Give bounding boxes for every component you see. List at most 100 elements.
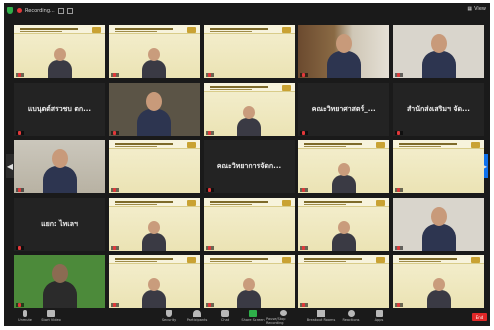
participant-tile[interactable] (14, 25, 105, 78)
meeting-toolbar: Unmute Start Video Security Participants Cha… (4, 309, 490, 326)
share-icon (249, 310, 257, 317)
virtual-background-slide-line2 (304, 203, 347, 205)
recording-indicator[interactable]: Recording... (17, 6, 73, 16)
participant-name-tag (205, 303, 214, 307)
mic-muted-icon (302, 245, 306, 250)
virtual-background-slide-line2 (114, 146, 157, 147)
people-icon (193, 310, 201, 317)
participant-tile[interactable] (298, 255, 390, 308)
share-screen-button[interactable]: Share Screen (236, 310, 270, 325)
virtual-background-slide-logo (186, 257, 196, 263)
participant-tile[interactable] (108, 140, 200, 193)
participant-name-tag (16, 188, 24, 192)
participant-name-tag (395, 303, 403, 307)
participant-name-tag (110, 303, 119, 307)
participant-tile[interactable] (298, 140, 390, 193)
participant-tile[interactable] (298, 197, 390, 251)
participant-tile[interactable] (108, 25, 200, 78)
participant-name-tag (110, 188, 119, 192)
participant-video (331, 220, 356, 251)
chat-label: Chat (220, 318, 230, 322)
mic-muted-icon (207, 245, 211, 250)
gallery-grid: แบนุตต์สรวชบ ตก... คณะวิทยาศาสตร์_... สำนั… (14, 25, 484, 308)
participant-name-tag (16, 73, 24, 77)
participant-tile[interactable] (203, 25, 295, 78)
participant-tile[interactable] (393, 197, 484, 251)
participant-tile[interactable] (203, 197, 295, 251)
mic-muted-icon (112, 130, 116, 135)
virtual-background-slide-line (114, 28, 173, 30)
virtual-background-slide-line2 (304, 261, 347, 262)
participant-tile[interactable] (14, 140, 105, 193)
encryption-shield-icon[interactable] (7, 7, 13, 14)
virtual-background-slide-logo (376, 257, 386, 263)
security-label: Security (161, 318, 177, 322)
mic-muted-icon (397, 130, 400, 135)
participant-tile[interactable] (203, 255, 295, 308)
participant-tile[interactable] (203, 82, 295, 136)
participant-tile[interactable]: แบนุตต์สรวชบ ตก... (14, 82, 105, 136)
recording-label: Recording... (25, 7, 55, 14)
virtual-background-slide-logo (471, 257, 480, 263)
mic-muted-icon (397, 245, 400, 250)
record-icon (279, 310, 287, 316)
participant-video (137, 91, 172, 136)
virtual-background-slide-line (209, 85, 268, 88)
apps-label: Apps (374, 318, 384, 322)
participant-name-tag (16, 130, 24, 135)
virtual-background-slide-line (304, 258, 363, 260)
top-bar: Recording... ▦ View (4, 3, 490, 18)
participant-tile[interactable] (298, 25, 390, 78)
virtual-background-slide-logo (281, 84, 291, 91)
participant-tile[interactable] (393, 255, 484, 308)
participant-video (142, 220, 167, 251)
participant-name-tag (300, 188, 309, 192)
apps-button[interactable]: Apps (362, 310, 396, 325)
participant-tile[interactable]: สำนักส่งเสริมฯ จัด... (393, 82, 484, 136)
participant-tile[interactable] (14, 255, 105, 308)
participant-name-tag (16, 303, 24, 307)
start-video-button[interactable]: Start Video (34, 310, 68, 325)
participant-tile[interactable] (108, 82, 200, 136)
virtual-background-slide-logo (471, 142, 480, 148)
participants-label: Participants (186, 318, 208, 322)
participant-video (42, 264, 77, 308)
participant-display-name: แยก: ไทเลฯ (41, 219, 78, 228)
pause-recording-icon[interactable] (57, 7, 64, 14)
virtual-background-slide-logo (376, 199, 386, 206)
participant-tile[interactable]: คณะวิทยาการจัดก... (203, 140, 295, 193)
participant-name-tag (16, 245, 24, 250)
view-button[interactable]: ▦ View (467, 6, 486, 12)
participant-tile[interactable] (108, 255, 200, 308)
mic-muted-icon (18, 188, 21, 192)
participant-tile[interactable]: แยก: ไทเลฯ (14, 197, 105, 251)
chat-icon (221, 310, 229, 317)
virtual-background-slide-line2 (209, 31, 252, 32)
virtual-background-slide-line2 (209, 88, 252, 90)
reactions-icon (347, 310, 355, 317)
virtual-background-slide-line2 (114, 203, 157, 205)
virtual-background-slide-line2 (209, 203, 252, 205)
end-meeting-button[interactable]: End (472, 313, 487, 321)
participant-tile[interactable] (108, 197, 200, 251)
virtual-background-slide-line (304, 143, 363, 145)
participant-video (421, 206, 456, 251)
participant-name-tag (110, 245, 119, 250)
participant-video (237, 105, 261, 136)
virtual-background-slide-logo (186, 142, 196, 148)
participant-video (326, 34, 361, 78)
participant-display-name: แบนุตต์สรวชบ ตก... (27, 104, 92, 113)
mic-muted-icon (112, 73, 116, 77)
participant-tile[interactable] (393, 25, 484, 78)
stop-recording-icon[interactable] (66, 7, 73, 14)
participant-name-tag (395, 130, 403, 135)
pause-stop-recording-label: Pause/Stop Recording (266, 317, 286, 325)
participant-tile[interactable] (393, 140, 484, 193)
breakout-rooms-label: Breakout Rooms (306, 318, 336, 322)
rooms-icon (317, 310, 325, 317)
participant-tile[interactable]: คณะวิทยาศาสตร์_... (298, 82, 390, 136)
pause-stop-recording-button[interactable]: Pause/Stop Recording (266, 310, 300, 325)
previous-page-button[interactable]: ◀ (6, 154, 14, 178)
breakout-rooms-button[interactable]: Breakout Rooms (304, 310, 338, 325)
participant-video (421, 34, 456, 78)
